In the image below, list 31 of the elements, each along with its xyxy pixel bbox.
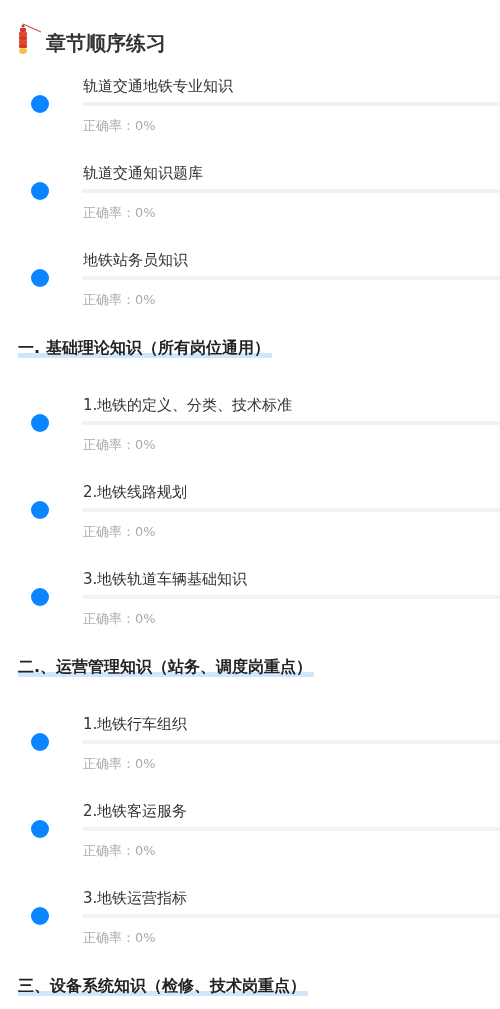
- accuracy-text: 正确率：0%: [83, 291, 156, 309]
- accuracy-text: 正确率：0%: [83, 755, 156, 773]
- chapter-title[interactable]: 2.地铁客运服务: [83, 801, 188, 821]
- status-dot: [31, 269, 49, 287]
- status-dot: [31, 588, 49, 606]
- accuracy-text: 正确率：0%: [83, 610, 156, 628]
- section-heading: 一. 基础理论知识（所有岗位通用）: [18, 337, 272, 359]
- page-title: 章节顺序练习: [46, 30, 166, 56]
- accuracy-text: 正确率：0%: [83, 842, 156, 860]
- accuracy-text: 正确率：0%: [83, 117, 156, 135]
- chapter-title[interactable]: 1.地铁的定义、分类、技术标准: [83, 395, 293, 415]
- status-dot: [31, 414, 49, 432]
- chapter-title[interactable]: 3.地铁运营指标: [83, 888, 188, 908]
- status-dot: [31, 95, 49, 113]
- accuracy-text: 正确率：0%: [83, 204, 156, 222]
- chapter-title[interactable]: 轨道交通知识题库: [83, 163, 203, 183]
- status-dot: [31, 820, 49, 838]
- status-dot: [31, 907, 49, 925]
- chapter-title[interactable]: 2.地铁线路规划: [83, 482, 188, 502]
- chapter-title[interactable]: 3.地铁轨道车辆基础知识: [83, 569, 248, 589]
- chapter-title[interactable]: 地铁站务员知识: [83, 250, 188, 270]
- chapter-title[interactable]: 1.地铁行车组织: [83, 714, 188, 734]
- section-heading: 三、设备系统知识（检修、技术岗重点）: [18, 975, 308, 997]
- chapter-title[interactable]: 轨道交通地铁专业知识: [83, 76, 233, 96]
- status-dot: [31, 733, 49, 751]
- section-heading: 二.、运营管理知识（站务、调度岗重点）: [18, 656, 315, 678]
- status-dot: [31, 501, 49, 519]
- accuracy-text: 正确率：0%: [83, 523, 156, 541]
- status-dot: [31, 182, 49, 200]
- accuracy-text: 正确率：0%: [83, 929, 156, 947]
- accuracy-text: 正确率：0%: [83, 436, 156, 454]
